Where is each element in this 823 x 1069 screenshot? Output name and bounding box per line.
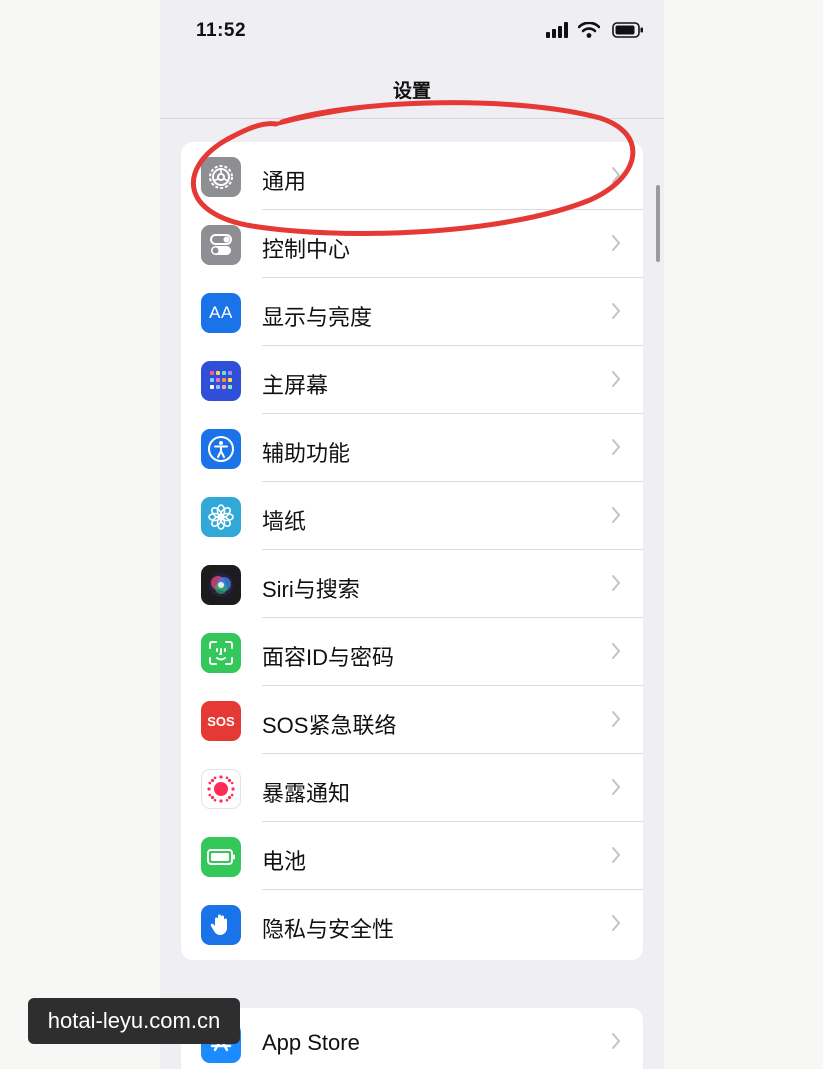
accessibility-icon: [201, 429, 241, 469]
flower-icon: [201, 497, 241, 537]
settings-row-label: 墙纸: [262, 509, 307, 534]
settings-row-emergency-sos[interactable]: SOS SOS紧急联络: [181, 686, 643, 754]
chevron-right-icon: [612, 1033, 621, 1049]
settings-group: 通用 控制中心 AA 显示与亮度 主屏幕 辅助功能 墙纸 Siri与搜索 面容I…: [181, 142, 643, 960]
settings-row-siri[interactable]: Siri与搜索: [181, 550, 643, 618]
settings-row-label: Siri与搜索: [262, 577, 360, 602]
toggles-icon: [201, 225, 241, 265]
face-id-icon: [201, 633, 241, 673]
settings-row-face-id[interactable]: 面容ID与密码: [181, 618, 643, 686]
settings-row-label: App Store: [262, 1030, 360, 1055]
battery-status-icon: [612, 22, 643, 38]
settings-row-label: SOS紧急联络: [262, 713, 397, 738]
chevron-right-icon: [612, 439, 621, 455]
chevron-right-icon: [612, 779, 621, 795]
settings-row-label: 控制中心: [262, 237, 351, 262]
settings-row-battery[interactable]: 电池: [181, 822, 643, 890]
settings-row-control-center[interactable]: 控制中心: [181, 210, 643, 278]
chevron-right-icon: [612, 575, 621, 591]
chevron-right-icon: [612, 371, 621, 387]
exposure-icon: [201, 769, 241, 809]
text-size-icon: AA: [201, 293, 241, 333]
nav-divider: [160, 118, 664, 119]
settings-row-general[interactable]: 通用: [181, 142, 643, 210]
chevron-right-icon: [612, 303, 621, 319]
chevron-right-icon: [612, 643, 621, 659]
wifi-icon: [578, 22, 600, 38]
settings-row-wallpaper[interactable]: 墙纸: [181, 482, 643, 550]
sos-icon: SOS: [201, 701, 241, 741]
settings-row-exposure-notifications[interactable]: 暴露通知: [181, 754, 643, 822]
chevron-right-icon: [612, 167, 621, 183]
settings-row-label: 显示与亮度: [262, 305, 373, 330]
settings-group-apps: App Store: [181, 1008, 643, 1069]
settings-row-app-store[interactable]: App Store: [181, 1008, 643, 1069]
settings-row-label: 辅助功能: [262, 441, 351, 466]
settings-row-label: 主屏幕: [262, 373, 329, 398]
chevron-right-icon: [612, 711, 621, 727]
scrollbar[interactable]: [656, 185, 660, 262]
settings-row-label: 隐私与安全性: [262, 917, 395, 942]
settings-row-label: 电池: [262, 849, 307, 874]
chevron-right-icon: [612, 847, 621, 863]
settings-row-label: 暴露通知: [262, 781, 351, 806]
battery-icon: [201, 837, 241, 877]
watermark: hotai-leyu.com.cn: [28, 998, 240, 1044]
chevron-right-icon: [612, 507, 621, 523]
settings-row-label: 通用: [262, 169, 307, 194]
hand-icon: [201, 905, 241, 945]
chevron-right-icon: [612, 915, 621, 931]
siri-icon: [201, 565, 241, 605]
phone-screen: 11:52 设置 通用 控制中心 AA 显示与亮度 主屏幕 辅助功能 墙纸 Si…: [160, 0, 664, 1069]
status-time: 11:52: [196, 20, 247, 41]
chevron-right-icon: [612, 235, 621, 251]
settings-row-home-screen[interactable]: 主屏幕: [181, 346, 643, 414]
home-grid-icon: [201, 361, 241, 401]
gear-icon: [201, 157, 241, 197]
settings-row-privacy[interactable]: 隐私与安全性: [181, 890, 643, 958]
page-title: 设置: [392, 81, 431, 102]
cellular-signal-icon: [546, 22, 568, 38]
settings-row-accessibility[interactable]: 辅助功能: [181, 414, 643, 482]
status-bar: 11:52: [160, 0, 664, 60]
settings-row-label: 面容ID与密码: [262, 645, 395, 670]
settings-row-display[interactable]: AA 显示与亮度: [181, 278, 643, 346]
